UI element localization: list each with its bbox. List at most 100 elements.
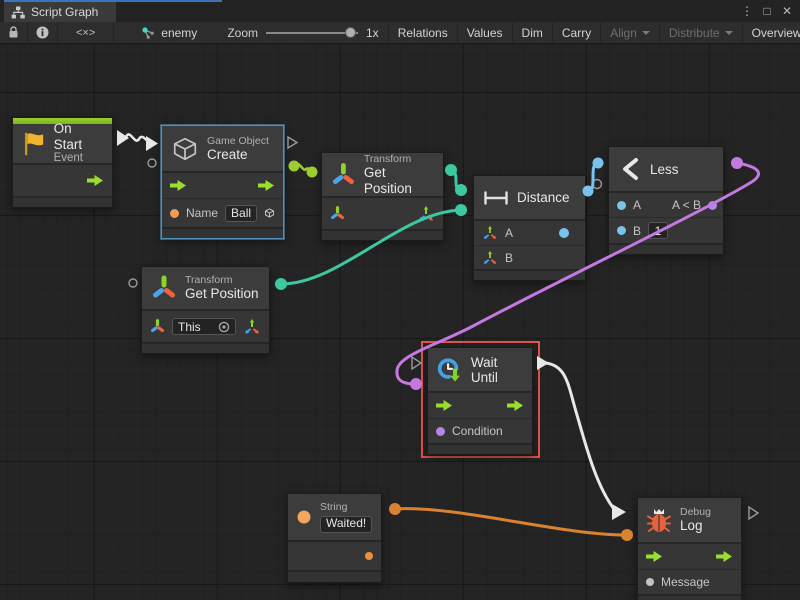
info-button[interactable]	[28, 22, 58, 43]
node-footer	[474, 271, 585, 280]
distribute-dropdown[interactable]: Distribute	[660, 22, 743, 43]
target-field[interactable]: This	[172, 318, 236, 335]
transform-input-port[interactable]	[330, 206, 345, 221]
info-icon	[36, 26, 49, 39]
values-button[interactable]: Values	[458, 22, 513, 43]
vector3-output-port[interactable]	[243, 318, 261, 336]
node-on-start[interactable]: On Start Event	[12, 117, 113, 208]
node-header: Debug Log	[638, 498, 741, 542]
node-title: Create	[207, 147, 269, 163]
node-get-position-top[interactable]: Transform Get Position	[321, 152, 444, 241]
graph-name: enemy	[161, 26, 197, 40]
graph-hierarchy-icon	[11, 6, 25, 19]
carry-button[interactable]: Carry	[553, 22, 601, 43]
control-input-port[interactable]	[436, 399, 453, 412]
control-input-port[interactable]	[170, 179, 187, 192]
menu-icon[interactable]: ⋮	[739, 2, 755, 20]
node-create[interactable]: Game Object Create Name Ba	[161, 125, 284, 239]
vector3-output-port[interactable]	[417, 205, 435, 223]
node-string[interactable]: String Waited!	[287, 493, 382, 583]
node-header: Distance	[474, 176, 585, 219]
window-controls: ⋮ □ ✕	[739, 0, 800, 22]
less-input-a-port[interactable]	[617, 201, 626, 210]
gameobject-output-port[interactable]	[264, 205, 275, 221]
node-title: Wait Until	[471, 355, 524, 385]
maximize-icon[interactable]: □	[759, 2, 775, 20]
code-view-button[interactable]: <×>	[58, 22, 114, 43]
node-distance[interactable]: Distance A	[473, 175, 586, 281]
b-value-field[interactable]: 1	[648, 222, 668, 239]
node-wait-until[interactable]: Wait Until Condition	[427, 347, 533, 455]
node-footer	[13, 198, 112, 207]
node-category: Transform	[185, 274, 259, 286]
chevron-down-icon	[642, 31, 650, 35]
control-output-port[interactable]	[258, 179, 275, 192]
comparison-output-label: A < B	[672, 198, 701, 212]
distance-output-port[interactable]	[559, 228, 569, 238]
node-footer	[288, 572, 381, 582]
node-title: Get Position	[185, 286, 259, 302]
node-category: String	[320, 501, 372, 513]
less-output-port[interactable]	[708, 201, 717, 210]
control-output-port[interactable]	[716, 550, 733, 563]
string-value-field[interactable]: Waited!	[320, 516, 372, 533]
vector3-input-port-b[interactable]	[482, 250, 498, 266]
lock-icon	[8, 26, 19, 39]
node-footer	[142, 344, 269, 353]
align-label: Align	[610, 26, 637, 40]
node-footer	[638, 596, 741, 600]
object-picker-icon[interactable]	[218, 321, 230, 333]
string-output-port[interactable]	[365, 552, 373, 560]
zoom-label: Zoom	[227, 26, 258, 40]
control-output-port[interactable]	[87, 174, 104, 187]
distance-icon	[483, 191, 509, 205]
node-header: String Waited!	[288, 494, 381, 540]
node-footer	[322, 231, 443, 240]
graph-node-icon	[141, 26, 155, 40]
lock-button[interactable]	[0, 22, 28, 43]
toolbar-spacer	[114, 22, 132, 43]
message-input-port[interactable]	[646, 578, 654, 586]
zoom-value: 1x	[366, 26, 379, 40]
less-input-b-port[interactable]	[617, 226, 626, 235]
node-get-position-bottom[interactable]: Transform Get Position This	[141, 266, 270, 354]
control-input-port[interactable]	[646, 550, 663, 563]
control-output-port[interactable]	[507, 399, 524, 412]
condition-label: Condition	[452, 424, 503, 438]
tab-title: Script Graph	[31, 5, 98, 19]
port-b-label: B	[633, 224, 641, 238]
node-less[interactable]: Less A A < B B 1	[608, 146, 724, 255]
transform-input-port[interactable]	[150, 319, 165, 334]
overview-button[interactable]: Overview	[743, 22, 800, 43]
graph-canvas[interactable]: On Start Event Game Object	[0, 44, 800, 600]
chevron-down-icon	[725, 31, 733, 35]
b-value-text: 1	[655, 224, 662, 238]
condition-input-port[interactable]	[436, 427, 445, 436]
node-title: Distance	[517, 190, 570, 205]
vector3-input-port-a[interactable]	[482, 225, 498, 241]
transform-icon	[151, 275, 177, 301]
node-header: On Start Event	[13, 124, 112, 163]
dim-button[interactable]: Dim	[513, 22, 553, 43]
tab-script-graph[interactable]: Script Graph	[4, 2, 116, 22]
zoom-slider-handle[interactable]	[345, 27, 356, 38]
node-header: Transform Get Position	[142, 267, 269, 309]
port-a-label: A	[505, 226, 513, 240]
node-debug-log[interactable]: Debug Log Message	[637, 497, 742, 600]
name-value-field[interactable]: Ball	[225, 205, 257, 222]
target-value-text: This	[178, 320, 201, 334]
align-dropdown[interactable]: Align	[601, 22, 660, 43]
close-icon[interactable]: ✕	[779, 2, 795, 20]
string-value-text: Waited!	[326, 517, 366, 531]
message-label: Message	[661, 575, 710, 589]
code-icon: <×>	[76, 27, 95, 39]
zoom-slider[interactable]	[266, 32, 358, 34]
script-graph-window: Script Graph ⋮ □ ✕ <×>	[0, 0, 800, 600]
name-port-label: Name	[186, 206, 218, 220]
relations-button[interactable]: Relations	[389, 22, 458, 43]
graph-breadcrumb[interactable]: enemy	[132, 22, 206, 43]
toolbar: <×> enemy Zoom 1x Relations Values Dim C…	[0, 22, 800, 44]
node-title: Less	[650, 162, 679, 177]
name-input-port[interactable]	[170, 209, 179, 218]
distribute-label: Distribute	[669, 26, 720, 40]
